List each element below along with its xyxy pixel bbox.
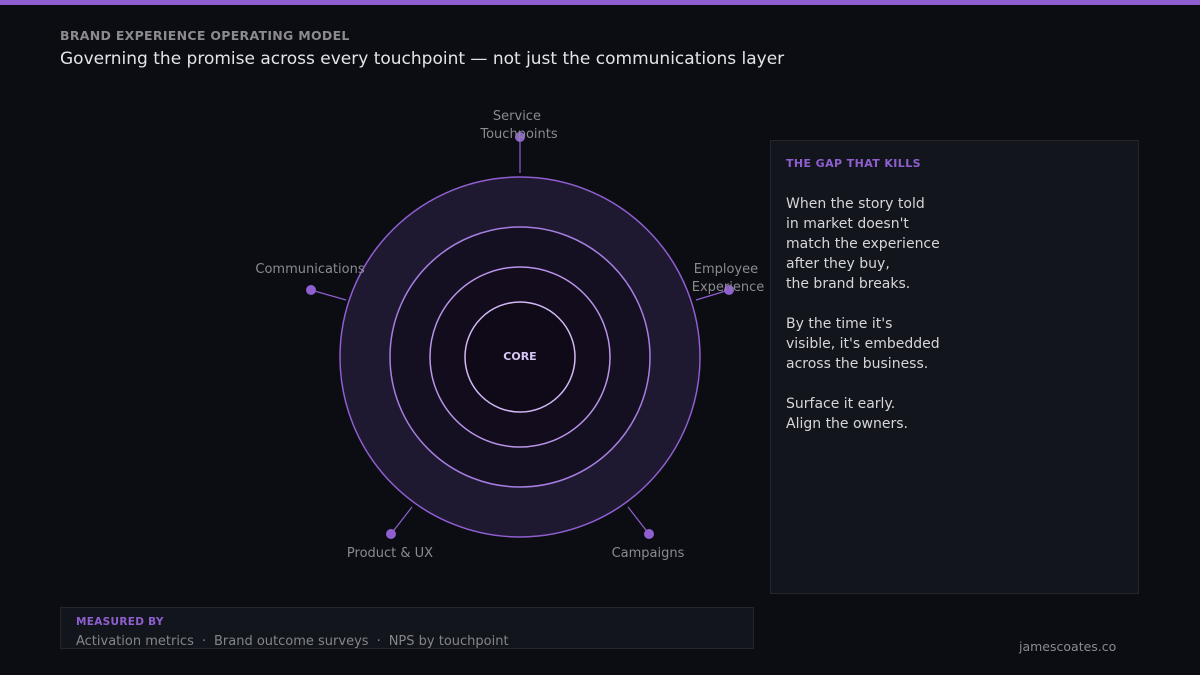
node-label-service-1: Service bbox=[493, 109, 541, 124]
node-campaigns: Campaigns bbox=[612, 506, 685, 561]
node-dot-campaigns bbox=[644, 529, 654, 539]
gap-panel-title: THE GAP THAT KILLS bbox=[786, 157, 921, 170]
node-communications: Communications bbox=[255, 262, 365, 301]
node-label-employee-1: Employee bbox=[694, 262, 758, 277]
svg-text:Campaigns: Campaigns bbox=[612, 546, 685, 561]
metric-activation: Activation metrics bbox=[76, 634, 194, 649]
node-label-service-2: Touchpoints bbox=[479, 127, 557, 142]
node-dot-communications bbox=[306, 285, 316, 295]
svg-text:Communications: Communications bbox=[255, 262, 364, 277]
node-dot-product bbox=[386, 529, 396, 539]
node-service: Service Touchpoints bbox=[479, 109, 558, 173]
connector-campaigns bbox=[627, 506, 650, 535]
node-label-communications: Communications bbox=[255, 262, 364, 277]
gap-panel: THE GAP THAT KILLS When the story told i… bbox=[770, 140, 1139, 594]
node-product: Product & UX bbox=[347, 506, 433, 561]
node-employee: Employee Experience bbox=[692, 262, 765, 301]
svg-text:Employee Experience: Employee Experience bbox=[692, 262, 765, 295]
measured-by-panel: MEASURED BY Activation metrics · Brand out… bbox=[60, 607, 754, 649]
footer-url: jamescoates.co bbox=[1019, 639, 1117, 654]
metric-nps: NPS by touchpoint bbox=[388, 634, 509, 649]
metric-brand-surveys: Brand outcome surveys bbox=[214, 634, 369, 649]
gap-panel-body: When the story told in market doesn't ma… bbox=[786, 196, 940, 432]
node-label-campaigns: Campaigns bbox=[612, 546, 685, 561]
connector-product bbox=[390, 506, 413, 535]
metric-separator: · bbox=[376, 634, 381, 649]
node-label-product: Product & UX bbox=[347, 546, 433, 561]
measured-by-title: MEASURED BY bbox=[76, 616, 164, 628]
core-label: CORE bbox=[503, 350, 536, 363]
node-label-employee-2: Experience bbox=[692, 280, 765, 295]
slide: BRAND EXPERIENCE OPERATING MODEL Governi… bbox=[0, 0, 1200, 675]
metric-separator: · bbox=[201, 634, 206, 649]
svg-text:Service Touchpoints: Service Touchpoints bbox=[479, 109, 557, 142]
svg-text:Product & UX: Product & UX bbox=[347, 546, 433, 561]
measured-by-list: Activation metrics · Brand outcome surveys… bbox=[76, 634, 509, 649]
connector-communications bbox=[310, 289, 347, 301]
